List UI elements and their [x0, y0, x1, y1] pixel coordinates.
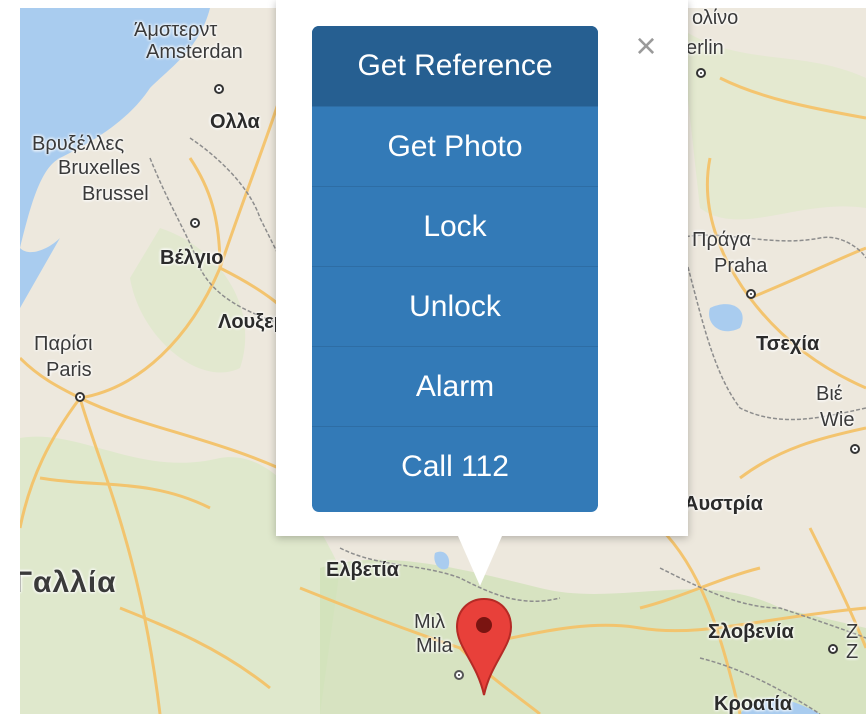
map-label-milan-el: Μιλ — [414, 611, 446, 633]
map-label-milan: Mila — [416, 635, 453, 657]
map-label-zagreb-2: Z — [846, 641, 859, 663]
lock-button[interactable]: Lock — [312, 186, 598, 266]
unlock-button[interactable]: Unlock — [312, 266, 598, 346]
city-dot-vienna — [850, 444, 860, 454]
alarm-button[interactable]: Alarm — [312, 346, 598, 426]
city-dot-amsterdam — [214, 84, 224, 94]
map-label-berlin: erlin — [686, 37, 724, 59]
map-label-slovenia: Σλοβενία — [708, 621, 794, 643]
map-label-croatia: Κροατία — [714, 693, 793, 714]
action-button-group: Get Reference Get Photo Lock Unlock Alar… — [312, 26, 598, 512]
map-label-netherlands: Ολλα — [210, 111, 260, 133]
map-label-austria: Αυστρία — [684, 493, 763, 515]
city-dot-zagreb — [828, 644, 838, 654]
map-label-brussel: Brussel — [82, 183, 149, 205]
map-label-berlin-el: ολίνο — [692, 8, 739, 29]
map-label-vienna: Wie — [820, 409, 855, 431]
call-112-button[interactable]: Call 112 — [312, 426, 598, 506]
map-label-brussels-el: Βρυξέλλες — [32, 133, 125, 155]
map-label-paris-el: Παρίσι — [34, 333, 93, 355]
close-button[interactable]: × — [628, 28, 664, 64]
map-label-amsterdam: Amsterdan — [146, 41, 243, 63]
city-dot-prague — [746, 289, 756, 299]
map-label-belgium: Βέλγιο — [160, 247, 224, 269]
map-label-france: Γαλλία — [20, 566, 117, 599]
map-label-vienna-el: Βιέ — [816, 383, 843, 405]
city-dot-paris — [75, 392, 85, 402]
map-label-prague: Praha — [714, 255, 768, 277]
map-label-zagreb-1: Z — [846, 621, 859, 643]
map-label-czechia: Τσεχία — [756, 333, 820, 355]
get-photo-button[interactable]: Get Photo — [312, 106, 598, 186]
city-dot-berlin — [696, 68, 706, 78]
map-label-switzerland: Ελβετία — [326, 559, 399, 581]
map-label-paris: Paris — [46, 359, 92, 381]
map-marker-pin-icon[interactable] — [455, 597, 513, 702]
map-label-amsterdam-el: Άμστερντ — [134, 19, 218, 41]
city-dot-brussels — [190, 218, 200, 228]
map-label-bruxelles: Bruxelles — [58, 157, 141, 179]
get-reference-button[interactable]: Get Reference — [312, 26, 598, 106]
info-window-pointer — [458, 536, 502, 586]
map-label-prague-el: Πράγα — [692, 229, 751, 251]
